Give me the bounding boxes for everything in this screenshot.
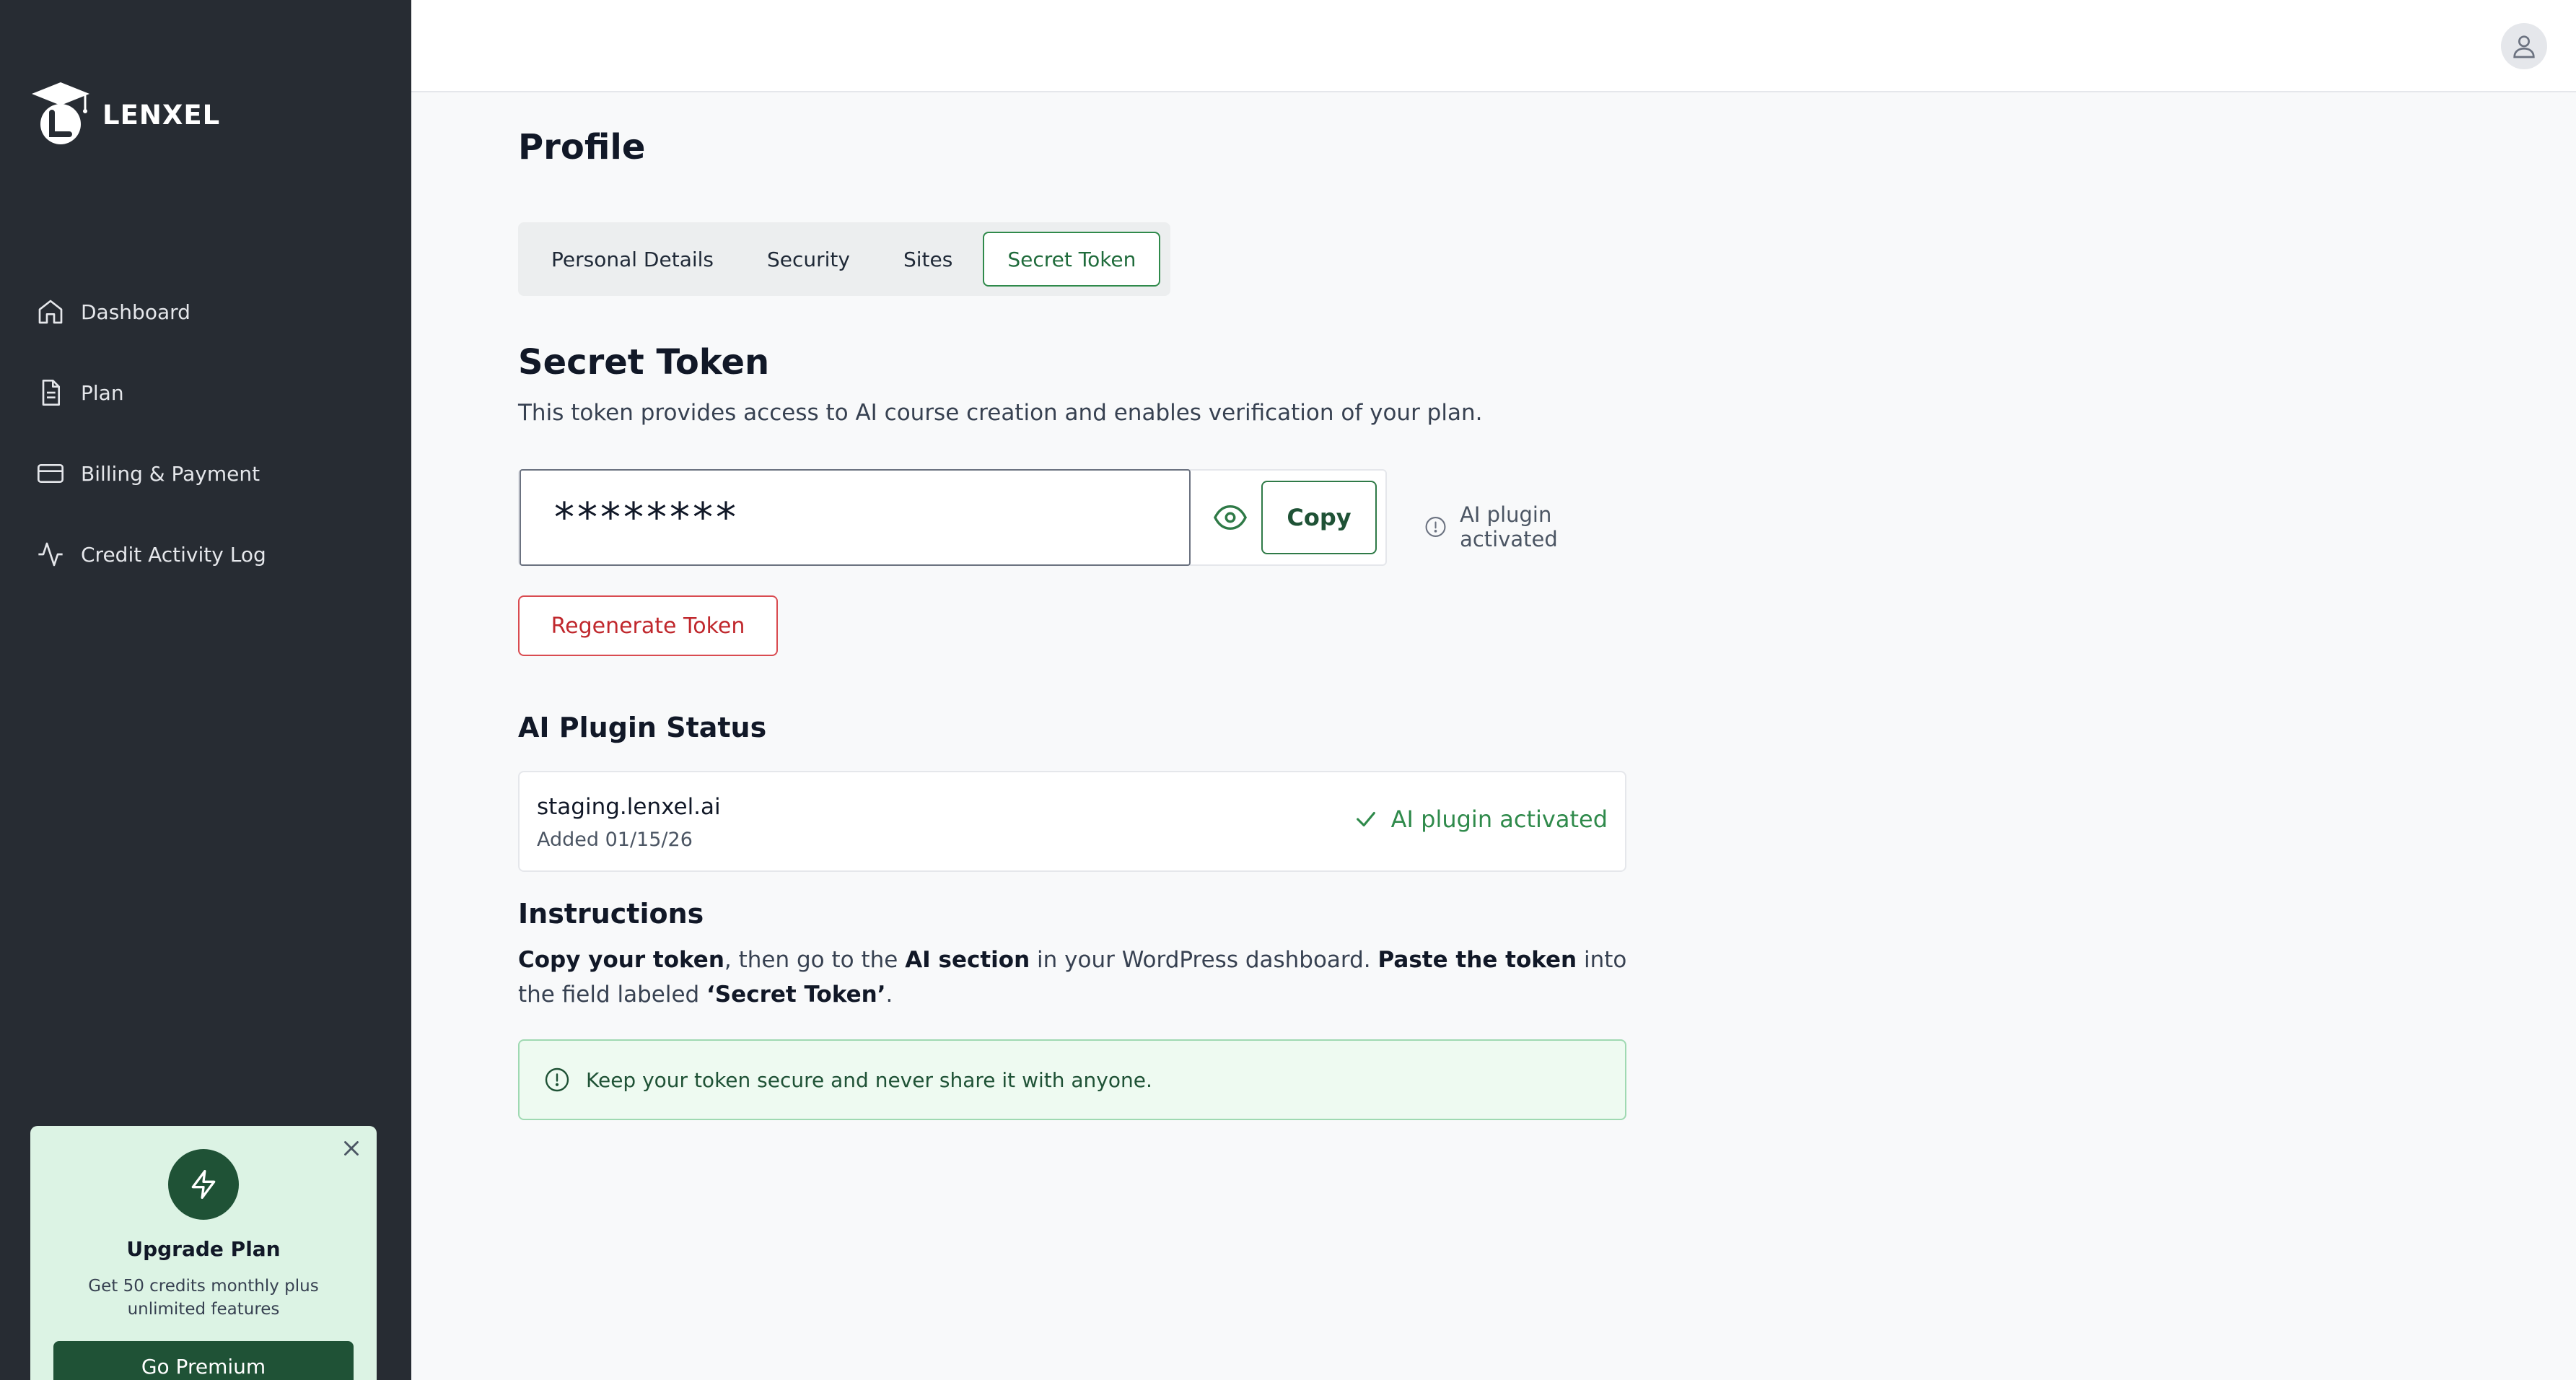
upgrade-title: Upgrade Plan — [126, 1237, 281, 1261]
sidebar: LENXEL Dashboard Plan Billing & Payment — [0, 0, 411, 1380]
lightning-icon — [191, 1170, 216, 1199]
brand-logo[interactable]: LENXEL — [27, 81, 220, 149]
brand-name: LENXEL — [102, 99, 221, 131]
home-icon — [38, 300, 63, 324]
document-icon — [42, 380, 60, 406]
sidebar-item-plan[interactable]: Plan — [0, 352, 411, 433]
copy-button[interactable]: Copy — [1261, 481, 1377, 554]
close-icon[interactable] — [339, 1136, 364, 1161]
security-note-text: Keep your token secure and never share i… — [586, 1067, 1152, 1092]
instruction-emphasis: Copy your token — [518, 947, 724, 973]
plugin-status-title: AI Plugin Status — [518, 712, 767, 743]
credit-card-icon — [38, 464, 63, 483]
instruction-text: in your WordPress dashboard. — [1030, 947, 1378, 973]
sidebar-item-label: Billing & Payment — [81, 461, 260, 486]
plugin-status-hint: AI plugin activated — [1424, 502, 1629, 551]
eye-icon — [1214, 505, 1247, 530]
regenerate-token-button[interactable]: Regenerate Token — [518, 595, 778, 656]
instruction-emphasis: ‘Secret Token’ — [706, 982, 886, 1008]
plugin-status-card: staging.lenxel.ai Added 01/15/26 AI plug… — [518, 771, 1626, 872]
info-icon — [545, 1067, 569, 1092]
page-title: Profile — [518, 127, 646, 167]
secret-token-description: This token provides access to AI course … — [518, 400, 1483, 426]
plugin-added-date: Added 01/15/26 — [537, 829, 693, 851]
tab-secret-token[interactable]: Secret Token — [983, 232, 1161, 287]
upgrade-plan-card: Upgrade Plan Get 50 credits monthly plus… — [30, 1126, 377, 1380]
sidebar-item-label: Dashboard — [81, 300, 190, 324]
user-icon — [2513, 35, 2535, 58]
sidebar-item-credit-activity-log[interactable]: Credit Activity Log — [0, 514, 411, 595]
instruction-emphasis: AI section — [905, 947, 1030, 973]
graduation-cap-logo-icon — [32, 82, 89, 144]
instructions-text: Copy your token, then go to the AI secti… — [518, 943, 1629, 1012]
tab-security[interactable]: Security — [744, 232, 873, 287]
tab-personal-details[interactable]: Personal Details — [528, 232, 737, 287]
instruction-text: . — [885, 982, 893, 1008]
sidebar-item-label: Plan — [81, 380, 124, 405]
instructions-title: Instructions — [518, 898, 704, 930]
security-note: Keep your token secure and never share i… — [518, 1039, 1626, 1120]
top-bar — [411, 0, 2576, 92]
plugin-status-hint-text: AI plugin activated — [1460, 502, 1558, 551]
info-icon — [1425, 517, 1446, 537]
token-input[interactable] — [520, 469, 1191, 566]
plugin-status-text: AI plugin activated — [1390, 805, 1608, 833]
token-field-group: Copy — [518, 469, 1387, 566]
profile-tabs: Personal Details Security Sites Secret T… — [518, 222, 1171, 296]
go-premium-button[interactable]: Go Premium — [53, 1341, 354, 1380]
plugin-status-badge: AI plugin activated — [1354, 805, 1608, 833]
upgrade-description: Get 50 credits monthly plus unlimited fe… — [88, 1277, 319, 1319]
upgrade-badge — [168, 1149, 239, 1220]
sidebar-item-dashboard[interactable]: Dashboard — [0, 271, 411, 352]
instruction-text: , then go to the — [724, 947, 906, 973]
activity-icon — [38, 542, 63, 567]
avatar[interactable] — [2501, 23, 2547, 69]
instruction-emphasis: Paste the token — [1377, 947, 1577, 973]
sidebar-nav: Dashboard Plan Billing & Payment Credit … — [0, 271, 411, 595]
plugin-domain: staging.lenxel.ai — [537, 794, 721, 820]
check-icon — [1356, 811, 1375, 827]
sidebar-item-billing[interactable]: Billing & Payment — [0, 433, 411, 514]
secret-token-title: Secret Token — [518, 342, 770, 383]
tab-sites[interactable]: Sites — [880, 232, 976, 287]
sidebar-item-label: Credit Activity Log — [81, 542, 266, 567]
toggle-visibility-button[interactable] — [1206, 494, 1254, 541]
